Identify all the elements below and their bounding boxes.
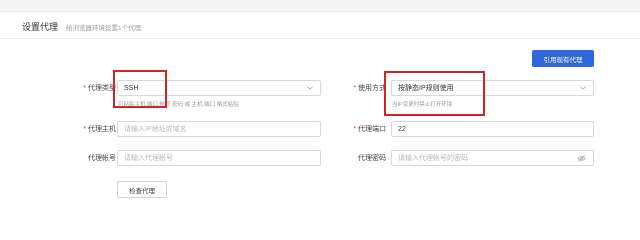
section-title: 设置代理: [22, 22, 59, 32]
proxy-password-label: 代理密码: [358, 155, 386, 162]
top-bar: [0, 0, 640, 12]
usage-mode-label: * 使用方式: [316, 84, 386, 94]
chevron-down-icon: [580, 86, 586, 90]
required-marker: *: [83, 85, 86, 92]
section-header: 设置代理 给浏览器环境设置1个代理: [22, 20, 141, 34]
annotation-box-proxy-type: [113, 70, 167, 108]
proxy-port-value: 22: [398, 125, 406, 133]
required-marker: *: [353, 85, 356, 92]
proxy-host-label-text: 代理主机: [88, 126, 116, 133]
proxy-host-input[interactable]: 请输入IP地址或域名: [117, 121, 321, 137]
proxy-port-input[interactable]: 22: [391, 121, 594, 137]
usage-mode-label-text: 使用方式: [358, 85, 386, 92]
proxy-host-label: * 代理主机: [46, 125, 116, 135]
section-subtitle: 给浏览器环境设置1个代理: [66, 25, 142, 32]
proxy-port-label: * 代理端口: [316, 125, 386, 135]
required-marker: *: [353, 126, 356, 133]
proxy-account-input[interactable]: 请输入代理帐号: [117, 150, 321, 166]
check-proxy-button[interactable]: 检查代理: [117, 181, 167, 198]
chevron-down-icon: [307, 86, 313, 90]
annotation-box-usage-mode: [384, 71, 485, 116]
proxy-account-label: 代理帐号: [88, 155, 116, 162]
proxy-host-placeholder: 请输入IP地址或域名: [124, 126, 187, 133]
proxy-port-label-text: 代理端口: [358, 126, 386, 133]
proxy-type-label: * 代理类型: [46, 84, 116, 94]
proxy-password-input[interactable]: 请输入代理帐号的密码: [391, 150, 594, 166]
use-existing-proxy-button[interactable]: 引用现有代理: [532, 50, 594, 67]
eye-off-icon[interactable]: [577, 155, 586, 162]
proxy-account-placeholder: 请输入代理帐号: [124, 155, 173, 162]
proxy-password-placeholder: 请输入代理帐号的密码: [398, 155, 468, 162]
required-marker: *: [83, 126, 86, 133]
proxy-type-label-text: 代理类型: [88, 85, 116, 92]
header-divider: [0, 38, 640, 39]
